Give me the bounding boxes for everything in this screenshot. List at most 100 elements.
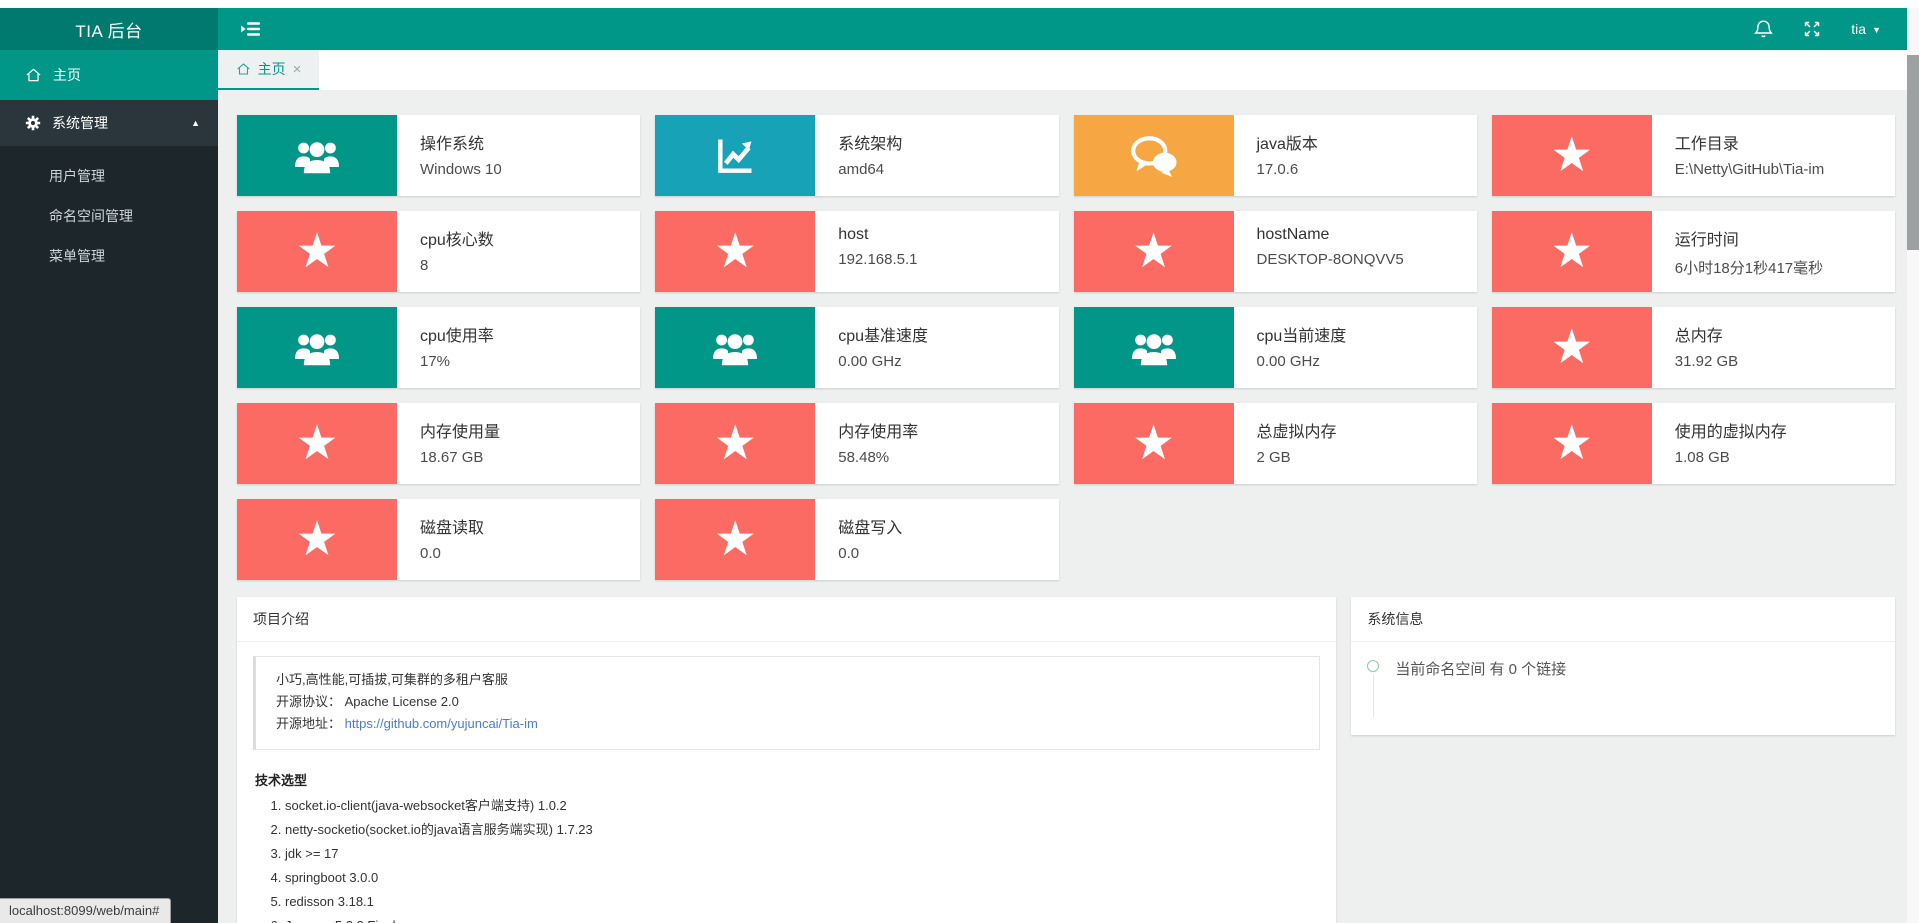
stat-card-title: hostName	[1256, 226, 1330, 243]
license-value: Apache License 2.0	[344, 694, 459, 709]
sidebar-item-system-management[interactable]: 系统管理 ▲	[0, 100, 218, 146]
caret-down-icon: ▼	[1872, 25, 1881, 35]
star-icon: ★	[655, 499, 816, 580]
stat-card-value: 6小时18分1秒417毫秒	[1674, 260, 1824, 277]
stat-card: ★ 内存使用率 58.48%	[655, 403, 1059, 484]
star-icon: ★	[1073, 403, 1234, 484]
stat-card-title: cpu基准速度	[838, 328, 929, 345]
star-icon: ★	[1491, 115, 1652, 196]
tab-close-icon[interactable]: ×	[293, 62, 302, 77]
timeline-tail	[1372, 675, 1374, 717]
repo-line: 开源地址： https://github.com/yujuncai/Tia-im	[276, 713, 1299, 735]
tab-home-label: 主页	[257, 61, 286, 77]
browser-status-bar: localhost:8099/web/main#	[0, 898, 172, 923]
stat-card-title: 运行时间	[1674, 232, 1739, 249]
timeline-item: 当前命名空间 有 0 个链接	[1367, 656, 1879, 717]
body-row: 主页 系统管理 ▲ 用户管理 命名空间管理 菜单管理 主页 × 操作系统 Win…	[0, 50, 1907, 923]
user-menu[interactable]: tia ▼	[1851, 21, 1881, 37]
system-info-panel: 系统信息 当前命名空间 有 0 个链接	[1351, 597, 1895, 735]
notifications-button[interactable]	[1754, 19, 1774, 39]
stat-card: 系统架构 amd64	[655, 115, 1059, 196]
stat-card-value: 18.67 GB	[420, 449, 484, 466]
namespace-status-text: 当前命名空间 有 0 个链接	[1395, 661, 1567, 678]
stat-card-value: 0.00 GHz	[1256, 353, 1320, 370]
stat-card: ★ 工作目录 E:\Netty\GitHub\Tia-im	[1491, 115, 1895, 196]
stat-card-text: 使用的虚拟内存 1.08 GB	[1652, 403, 1787, 484]
timeline-marker	[1367, 660, 1380, 717]
repo-label: 开源地址：	[276, 716, 342, 731]
stat-card-value: amd64	[838, 161, 885, 178]
stat-card-title: host	[838, 226, 869, 243]
stat-card: cpu使用率 17%	[237, 307, 641, 388]
sidebar-subitem[interactable]: 菜单管理	[0, 236, 218, 276]
stat-card-text: host 192.168.5.1	[815, 211, 917, 292]
star-icon: ★	[655, 211, 816, 292]
stat-card-value: Windows 10	[420, 161, 502, 178]
star-icon: ★	[237, 211, 397, 292]
tech-stack-title: 技术选型	[255, 773, 308, 788]
page-content: 操作系统 Windows 10 系统架构 amd64 java版本 17.0.6 ★ 工作目录…	[218, 90, 1907, 923]
stat-card-text: 磁盘写入 0.0	[815, 499, 902, 580]
star-icon: ★	[1073, 211, 1234, 292]
users-icon	[237, 115, 397, 196]
sidebar-toggle-button[interactable]	[241, 21, 261, 37]
scrollbar-thumb[interactable]	[1907, 55, 1919, 250]
tech-stack-item: netty-socketio(socket.io的java语言服务端实现) 1.…	[285, 823, 1320, 837]
star-icon: ★	[237, 403, 397, 484]
users-icon	[655, 307, 816, 388]
star-icon: ★	[1491, 211, 1652, 292]
sidebar-system-label: 系统管理	[52, 115, 108, 131]
stat-card: 操作系统 Windows 10	[237, 115, 641, 196]
star-icon: ★	[655, 403, 816, 484]
stat-card-text: 内存使用率 58.48%	[815, 403, 918, 484]
project-description: 小巧,高性能,可插拔,可集群的多租户客服	[276, 672, 508, 687]
tech-stack-item: springboot 3.0.0	[285, 871, 1320, 885]
system-panel-body: 当前命名空间 有 0 个链接	[1351, 642, 1895, 735]
stat-card-value: 17%	[420, 353, 451, 370]
stat-card-value: E:\Netty\GitHub\Tia-im	[1674, 161, 1825, 178]
stat-card-title: cpu使用率	[420, 328, 494, 345]
star-icon: ★	[237, 499, 397, 580]
tech-stack-item: Jgroups 5.2.2.Final	[285, 919, 1320, 923]
stat-card: java版本 17.0.6	[1073, 115, 1477, 196]
sidebar-subitem[interactable]: 用户管理	[0, 156, 218, 196]
username-label: tia	[1851, 21, 1867, 37]
stat-card-title: 总内存	[1674, 328, 1723, 345]
project-panel-title: 项目介绍	[237, 597, 1337, 642]
stat-card: ★ 总内存 31.92 GB	[1491, 307, 1895, 388]
license-line: 开源协议： Apache License 2.0	[276, 691, 1299, 713]
stat-card-title: java版本	[1256, 136, 1318, 153]
tech-stack-list: socket.io-client(java-websocket客户端支持) 1.…	[253, 799, 1320, 923]
stat-card-text: hostName DESKTOP-8ONQVV5	[1234, 211, 1404, 292]
star-icon: ★	[1491, 403, 1652, 484]
stat-card: cpu基准速度 0.00 GHz	[655, 307, 1059, 388]
stat-card-title: 总虚拟内存	[1256, 424, 1337, 441]
tech-stack-item: jdk >= 17	[285, 847, 1320, 861]
main-area: 主页 × 操作系统 Windows 10 系统架构 amd64 java版本 17.0.6…	[218, 50, 1907, 923]
stat-card-text: cpu基准速度 0.00 GHz	[815, 307, 928, 388]
stat-card-value: 1.08 GB	[1674, 449, 1730, 466]
fullscreen-button[interactable]	[1803, 20, 1821, 38]
caret-up-icon: ▲	[191, 118, 200, 128]
timeline-dot-icon	[1367, 660, 1380, 672]
top-navbar: tia ▼	[218, 8, 1907, 50]
stat-card: ★ cpu核心数 8	[237, 211, 641, 292]
stat-card-text: 总虚拟内存 2 GB	[1234, 403, 1337, 484]
stat-card: ★ hostName DESKTOP-8ONQVV5	[1073, 211, 1477, 292]
stat-card-text: cpu当前速度 0.00 GHz	[1234, 307, 1347, 388]
sidebar-subitem[interactable]: 命名空间管理	[0, 196, 218, 236]
sidebar-item-home[interactable]: 主页	[0, 50, 218, 100]
stat-card-title: cpu当前速度	[1256, 328, 1347, 345]
users-icon	[1073, 307, 1234, 388]
stat-card-text: cpu核心数 8	[397, 211, 494, 292]
repo-link[interactable]: https://github.com/yujuncai/Tia-im	[345, 716, 538, 731]
project-intro-panel: 项目介绍 小巧,高性能,可插拔,可集群的多租户客服 开源协议： Apache L…	[237, 597, 1337, 923]
page-scrollbar[interactable]	[1907, 8, 1919, 923]
tab-home[interactable]: 主页 ×	[218, 50, 319, 90]
stat-card-text: 磁盘读取 0.0	[397, 499, 484, 580]
sidebar-submenu: 用户管理 命名空间管理 菜单管理	[0, 146, 218, 282]
stat-card-text: 内存使用量 18.67 GB	[397, 403, 500, 484]
sidebar: 主页 系统管理 ▲ 用户管理 命名空间管理 菜单管理	[0, 50, 218, 923]
stat-card-value: DESKTOP-8ONQVV5	[1256, 251, 1404, 268]
tech-stack-item: socket.io-client(java-websocket客户端支持) 1.…	[285, 799, 1320, 813]
